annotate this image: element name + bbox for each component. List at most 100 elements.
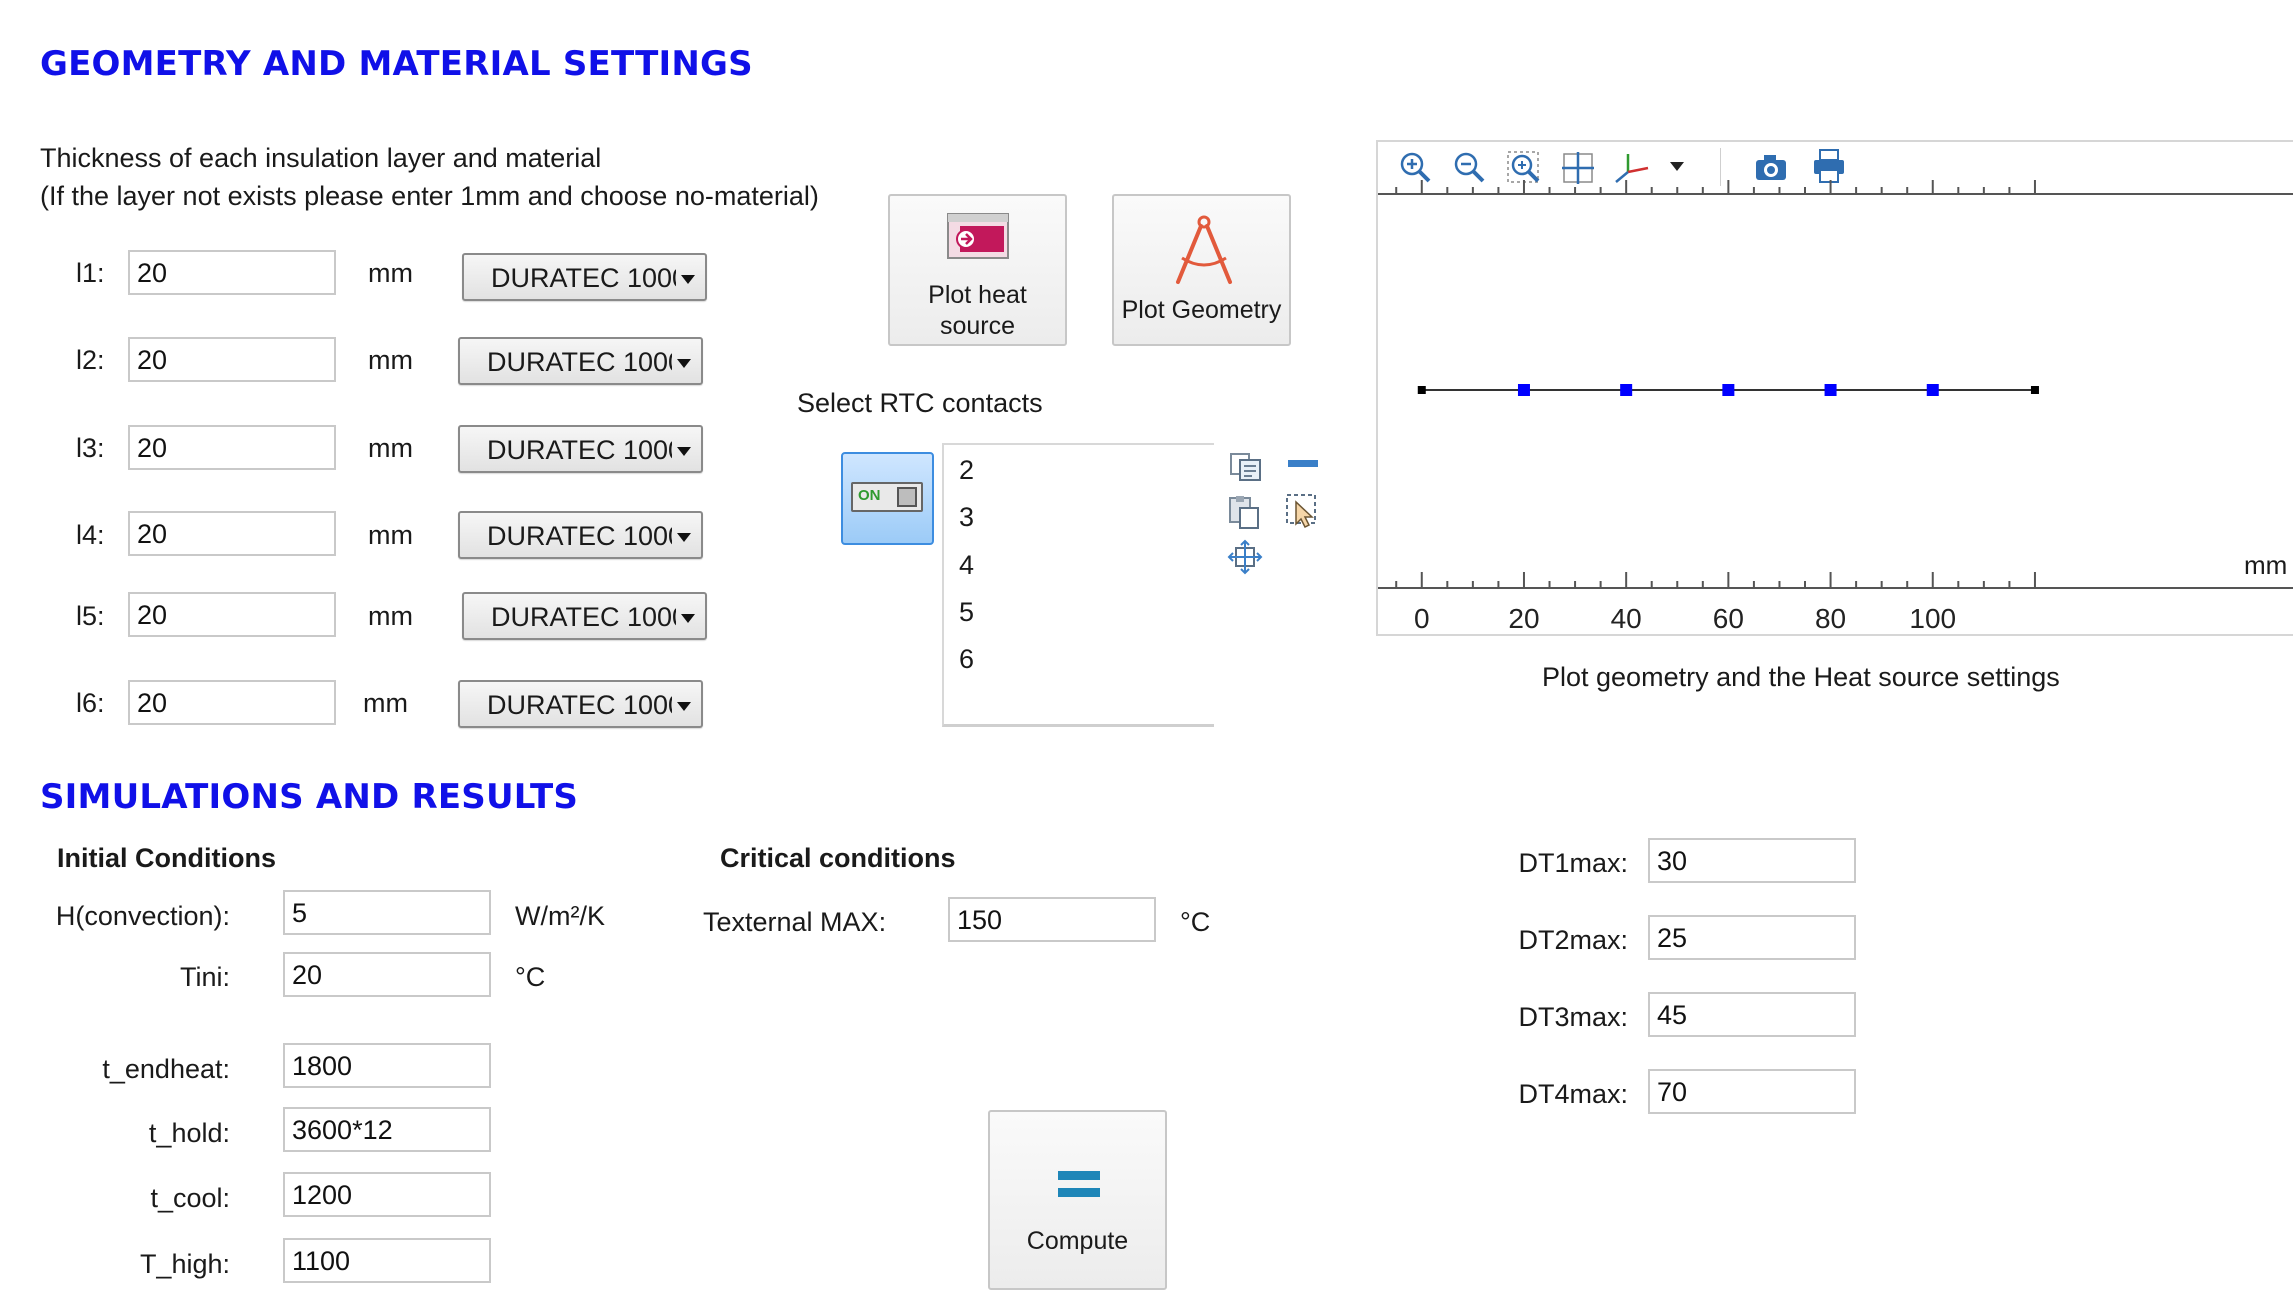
chevron-down-icon <box>681 614 695 623</box>
data-point <box>1417 386 1426 394</box>
simulations-section-title: SIMULATIONS AND RESULTS <box>40 777 579 817</box>
x-tick-label: 20 <box>1508 603 1539 634</box>
rtc-contacts-label: Select RTC contacts <box>797 388 1043 418</box>
layer-thickness-input[interactable]: 20 <box>128 511 336 556</box>
layer-label: l2: <box>76 345 105 375</box>
dt3max-input[interactable]: 45 <box>1648 992 1856 1037</box>
layer-description-line-1: Thickness of each insulation layer and m… <box>40 143 602 173</box>
dt1max-input[interactable]: 30 <box>1648 838 1856 883</box>
paste-icon[interactable] <box>1226 494 1262 530</box>
h-convection-unit: W/m²/K <box>515 901 605 931</box>
layer-material-select[interactable]: DURATEC 1000 <box>458 511 703 559</box>
chevron-down-icon <box>677 447 691 456</box>
toggle-on-text: ON <box>858 487 881 504</box>
heat-source-icon <box>947 213 1009 259</box>
zoom-extents-icon[interactable] <box>1227 539 1263 575</box>
dt2max-label: DT2max: <box>1518 925 1628 955</box>
dt2max-input[interactable]: 25 <box>1648 915 1856 960</box>
x-tick-label: 100 <box>1909 603 1956 634</box>
plot-heat-source-button[interactable]: Plot heat source <box>888 194 1067 346</box>
toggle-knob <box>897 487 917 507</box>
layer-material-select[interactable]: DURATEC 1000 <box>458 337 703 385</box>
list-item[interactable]: 5 <box>959 597 974 628</box>
x-tick-label: 40 <box>1611 603 1642 634</box>
list-item[interactable]: 6 <box>959 644 974 675</box>
t-hold-label: t_hold: <box>148 1118 230 1148</box>
layer-material-select[interactable]: DURATEC 1000 <box>462 592 707 640</box>
select-pointer-icon[interactable] <box>1284 492 1320 530</box>
layer-unit: mm <box>368 601 413 631</box>
x-tick-label: 80 <box>1815 603 1846 634</box>
chevron-down-icon <box>677 533 691 542</box>
plot-geometry-label: Plot Geometry <box>1121 296 1282 324</box>
geometry-plot[interactable]: 0 20 40 60 80 100 mm <box>1376 140 2293 636</box>
layer-material-select[interactable]: DURATEC 1000 <box>458 680 703 728</box>
initial-conditions-heading: Initial Conditions <box>57 843 276 873</box>
rtc-contacts-list[interactable]: 2 3 4 5 6 <box>942 443 1214 727</box>
tini-unit: °C <box>515 962 546 992</box>
layer-unit: mm <box>363 688 408 718</box>
dt1max-label: DT1max: <box>1518 848 1628 878</box>
texternal-max-input[interactable]: 150 <box>948 897 1156 942</box>
layer-label: l5: <box>76 601 105 631</box>
compute-label: Compute <box>1026 1227 1129 1255</box>
t-endheat-label: t_endheat: <box>102 1054 230 1084</box>
data-point <box>1517 384 1530 396</box>
h-convection-input[interactable]: 5 <box>283 890 491 935</box>
x-axis-unit-label: mm <box>2244 550 2288 580</box>
geometry-section-title: GEOMETRY AND MATERIAL SETTINGS <box>40 44 753 84</box>
t-hold-input[interactable]: 3600*12 <box>283 1107 491 1152</box>
layer-material-value: DURATEC 1000 <box>491 602 676 632</box>
layer-label: l4: <box>76 520 105 550</box>
t-high-label: T_high: <box>139 1249 230 1279</box>
plot-geometry-button[interactable]: Plot Geometry <box>1112 194 1291 346</box>
list-item[interactable]: 4 <box>959 550 974 581</box>
layer-material-select[interactable]: DURATEC 1000 <box>462 253 707 301</box>
tini-input[interactable]: 20 <box>283 952 491 997</box>
layer-thickness-input[interactable]: 20 <box>128 250 336 295</box>
t-cool-input[interactable]: 1200 <box>283 1172 491 1217</box>
rtc-toggle-button[interactable]: ON <box>841 452 934 545</box>
data-point <box>1824 384 1837 396</box>
layer-thickness-input[interactable]: 20 <box>128 337 336 382</box>
compute-button[interactable]: Compute <box>988 1110 1167 1290</box>
h-convection-label: H(convection): <box>55 901 230 931</box>
layer-unit: mm <box>368 345 413 375</box>
layer-thickness-input[interactable]: 20 <box>128 425 336 470</box>
compass-icon <box>1176 215 1232 284</box>
layer-material-select[interactable]: DURATEC 1000 <box>458 425 703 473</box>
texternal-max-unit: °C <box>1180 907 1211 937</box>
dt4max-label: DT4max: <box>1518 1079 1628 1109</box>
layer-material-value: DURATEC 1000 <box>487 690 672 720</box>
list-item[interactable]: 3 <box>959 502 974 533</box>
layer-thickness-input[interactable]: 20 <box>128 592 336 637</box>
toggle-switch-icon: ON <box>851 482 923 512</box>
chevron-down-icon <box>677 359 691 368</box>
layer-material-value: DURATEC 1000 <box>487 521 672 551</box>
critical-conditions-heading: Critical conditions <box>720 843 956 873</box>
plot-caption: Plot geometry and the Heat source settin… <box>1542 662 2060 692</box>
layer-description-line-2: (If the layer not exists please enter 1m… <box>40 181 819 211</box>
layer-thickness-input[interactable]: 20 <box>128 680 336 725</box>
data-point <box>2030 386 2039 394</box>
dt3max-label: DT3max: <box>1518 1002 1628 1032</box>
layer-material-value: DURATEC 1000 <box>491 263 676 293</box>
remove-icon[interactable] <box>1286 456 1320 472</box>
layer-unit: mm <box>368 520 413 550</box>
t-high-input[interactable]: 1100 <box>283 1238 491 1283</box>
t-endheat-input[interactable]: 1800 <box>283 1043 491 1088</box>
data-point <box>1620 384 1633 396</box>
t-cool-label: t_cool: <box>150 1183 230 1213</box>
plot-heat-source-label-line-1: Plot heat <box>928 281 1027 309</box>
layer-material-value: DURATEC 1000 <box>487 435 672 465</box>
tini-label: Tini: <box>179 962 230 992</box>
dt4max-input[interactable]: 70 <box>1648 1069 1856 1114</box>
chevron-down-icon <box>681 275 695 284</box>
copy-icon[interactable] <box>1228 451 1264 483</box>
layer-unit: mm <box>368 258 413 288</box>
list-item[interactable]: 2 <box>959 455 974 486</box>
layer-label: l6: <box>76 688 105 718</box>
plot-heat-source-label: Plot heat source <box>890 280 1065 342</box>
texternal-max-label: Texternal MAX: <box>703 907 887 937</box>
geometry-chart[interactable]: 0 20 40 60 80 100 <box>1378 142 2293 636</box>
